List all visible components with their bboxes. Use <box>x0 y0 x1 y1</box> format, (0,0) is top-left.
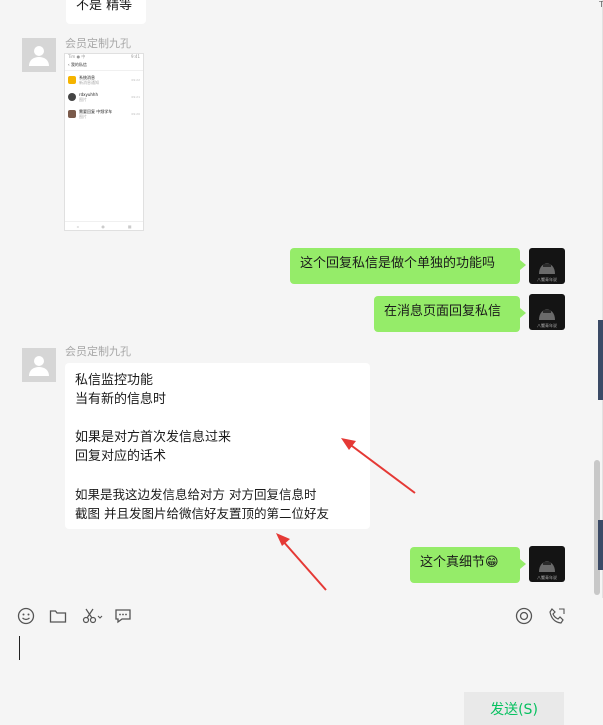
input-area: 发送(S) <box>0 598 603 725</box>
video-call-icon <box>515 607 533 625</box>
video-call-button[interactable] <box>514 606 534 626</box>
chat-history-button[interactable] <box>113 606 133 626</box>
annotation-overlay <box>276 438 416 591</box>
voice-call-button[interactable] <box>547 606 567 626</box>
chat-message-area: 不是 精等 会员定制九孔 Tim ● 中 9:41 ‹ 我的私信 系统消息 新消息… <box>0 0 603 598</box>
scissors-icon <box>82 608 103 624</box>
annotation-arrow <box>347 442 416 494</box>
background-window-edge <box>598 520 603 570</box>
background-window-edge <box>598 320 603 400</box>
message-input[interactable] <box>12 632 594 690</box>
file-button[interactable] <box>48 606 68 626</box>
annotation-arrow <box>281 539 327 591</box>
send-button[interactable]: 发送(S) <box>464 692 564 725</box>
screenshot-button[interactable] <box>80 606 106 626</box>
emoji-icon <box>17 607 35 625</box>
background-window-edge: TS <box>599 0 603 9</box>
emoji-button[interactable] <box>16 606 36 626</box>
phone-icon <box>549 608 565 624</box>
folder-icon <box>49 610 67 623</box>
annotation-arrowhead <box>276 533 290 546</box>
chat-icon <box>115 609 131 624</box>
